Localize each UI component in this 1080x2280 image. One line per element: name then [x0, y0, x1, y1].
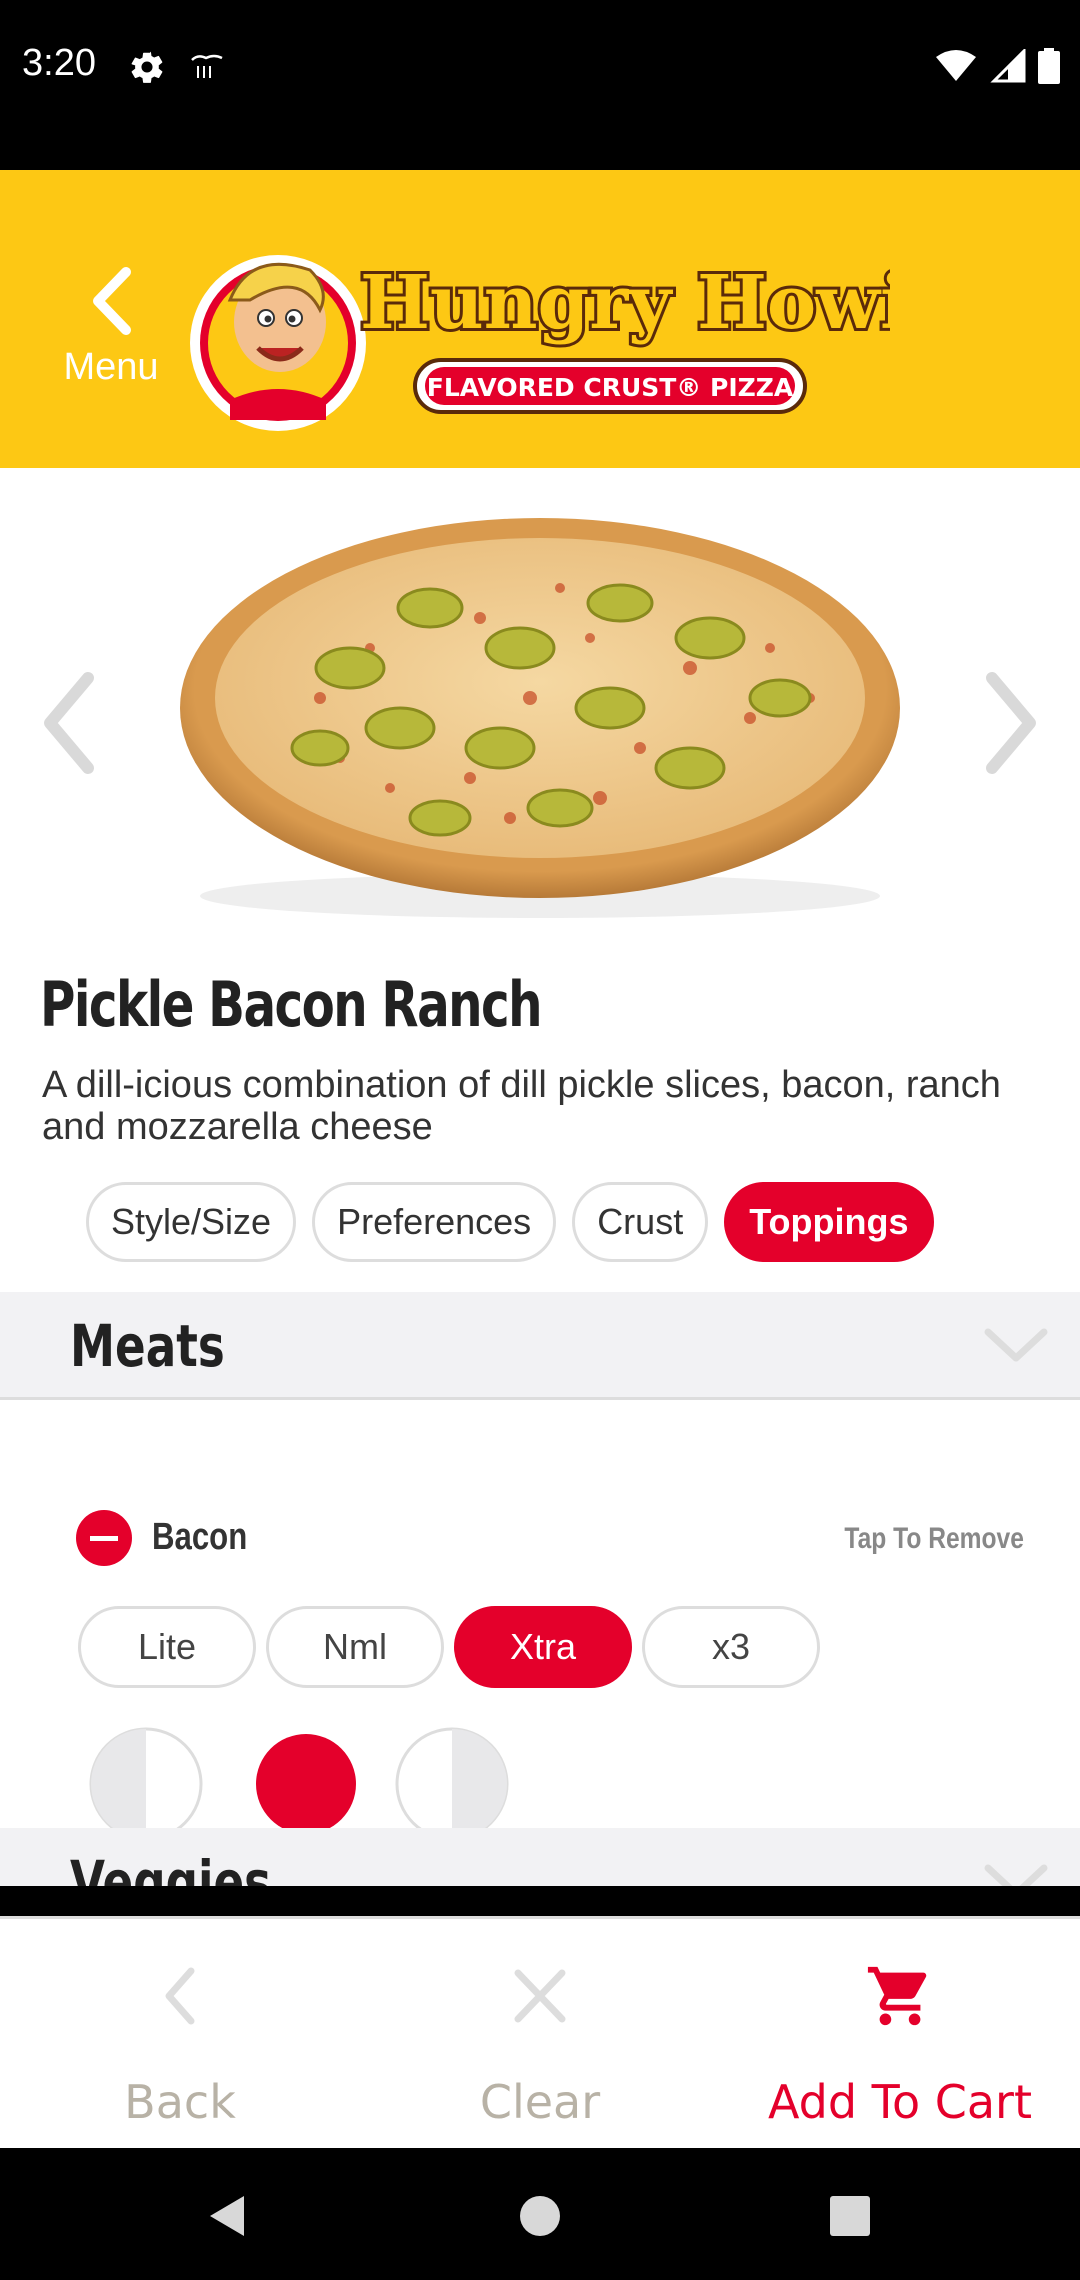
menu-back-label: Menu [63, 346, 159, 388]
tab-style-size[interactable]: Style/Size [86, 1182, 297, 1262]
nav-recents-icon[interactable] [828, 2194, 872, 2238]
whole-pizza-icon[interactable] [248, 1726, 364, 1842]
signal-icon [990, 49, 1026, 83]
tab-crust[interactable]: Crust [572, 1182, 709, 1262]
back-label: Back [124, 2075, 236, 2129]
amount-triple-button[interactable]: x3 [642, 1606, 820, 1688]
logo-tagline: FLAVORED CRUST® PIZZA [427, 373, 794, 402]
hungry-howies-logo: Hungry Howie's FLAVORED CRUST® PIZZA [190, 255, 890, 431]
image-carousel [0, 468, 1080, 938]
meats-section-title: Meats [70, 1312, 225, 1380]
nav-home-icon[interactable] [518, 2194, 562, 2238]
carousel-prev-button[interactable] [36, 668, 106, 778]
bottom-action-bar: Back Clear Add To Cart [0, 1916, 1080, 2148]
settings-icon [131, 51, 163, 83]
notification-icon [191, 54, 223, 78]
left-half-icon[interactable] [88, 1726, 204, 1842]
chevron-left-icon [165, 1967, 195, 2025]
amount-extra-button[interactable]: Xtra [454, 1606, 632, 1688]
system-nav-bar [0, 2148, 1080, 2280]
clear-button[interactable]: Clear [360, 1919, 720, 2151]
add-to-cart-label: Add To Cart [768, 2075, 1032, 2129]
chevron-down-icon [984, 1864, 1048, 1886]
status-time: 3:20 [22, 42, 96, 84]
pizza-image [180, 518, 900, 918]
tab-toppings[interactable]: Toppings [724, 1182, 934, 1262]
product-title: Pickle Bacon Ranch [40, 968, 543, 1041]
chevron-left-icon [93, 267, 131, 335]
right-half-icon[interactable] [394, 1726, 510, 1842]
remove-topping-button[interactable] [76, 1510, 132, 1566]
close-icon [514, 1969, 566, 2023]
menu-back-button[interactable]: Menu [46, 266, 176, 396]
add-to-cart-button[interactable]: Add To Cart [720, 1919, 1080, 2151]
minus-icon [90, 1535, 118, 1541]
meats-section-header[interactable]: Meats [0, 1292, 1080, 1400]
logo-wordmark: Hungry Howie's [360, 260, 890, 346]
status-bar: 3:20 [0, 0, 1080, 170]
option-tabs: Style/Size Preferences Crust Toppings [86, 1182, 934, 1262]
veggies-section-title: Veggies [70, 1848, 272, 1886]
nav-back-icon[interactable] [204, 2192, 250, 2240]
battery-icon [1038, 48, 1060, 84]
clear-label: Clear [479, 2075, 601, 2129]
topping-item-bacon: Bacon Tap To Remove Lite Nml Xtra x3 [0, 1468, 1080, 1841]
cart-icon [867, 1966, 927, 2026]
carousel-next-button[interactable] [974, 668, 1044, 778]
status-icons [934, 48, 1060, 84]
amount-lite-button[interactable]: Lite [78, 1606, 256, 1688]
wifi-icon [936, 50, 976, 81]
product-description: A dill-icious combination of dill pickle… [42, 1064, 1001, 1148]
app-header: Menu Hungry Howie's FLAVORED CRUST® PIZZ… [0, 170, 1080, 468]
back-button[interactable]: Back [0, 1919, 360, 2151]
veggies-section-header[interactable]: Veggies [0, 1828, 1080, 1886]
amount-normal-button[interactable]: Nml [266, 1606, 444, 1688]
tab-preferences[interactable]: Preferences [312, 1182, 557, 1262]
tap-to-remove-hint: Tap To Remove [844, 1522, 1024, 1555]
chevron-down-icon [984, 1328, 1048, 1362]
product-detail: Pickle Bacon Ranch A dill-icious combina… [0, 468, 1080, 1886]
topping-name: Bacon [152, 1516, 248, 1558]
topping-amount-options: Lite Nml Xtra x3 [78, 1606, 820, 1688]
